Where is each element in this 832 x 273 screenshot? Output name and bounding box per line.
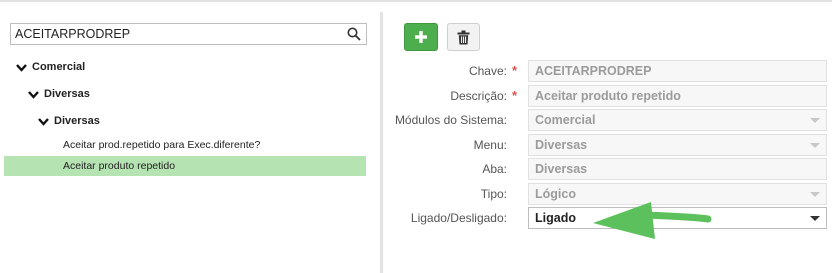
field-label: Módulos do Sistema:: [394, 113, 507, 127]
modulos-select[interactable]: Comercial: [528, 109, 827, 131]
annotation-arrow-icon: [593, 202, 712, 239]
select-value: Diversas: [535, 138, 588, 152]
form-row-chave: Chave: * ACEITARPRODREP: [385, 60, 832, 84]
top-border: [0, 0, 832, 2]
chevron-down-icon[interactable]: [28, 90, 39, 99]
search-field[interactable]: [10, 23, 367, 45]
pane-splitter[interactable]: [380, 12, 383, 273]
tree-leaf-label: Aceitar prod.repetido para Exec.diferent…: [63, 139, 261, 151]
search-icon[interactable]: [347, 27, 361, 41]
required-mark: *: [512, 88, 518, 103]
chevron-down-icon: [810, 143, 820, 148]
tree-leaf-item-selected[interactable]: Aceitar produto repetido: [4, 156, 366, 176]
menu-select[interactable]: Diversas: [528, 134, 827, 156]
tree-node-comercial[interactable]: Comercial: [16, 61, 85, 73]
field-label: Descrição:: [450, 89, 507, 103]
chevron-down-icon[interactable]: [38, 117, 49, 126]
field-label: Chave:: [468, 64, 507, 78]
select-value: Ligado: [535, 211, 576, 225]
form-row-menu: Menu: Diversas: [385, 134, 832, 158]
tree-node-diversas-sub[interactable]: Diversas: [38, 115, 100, 127]
descricao-field[interactable]: Aceitar produto repetido: [528, 85, 827, 107]
field-label: Aba:: [482, 162, 507, 176]
tree-leaf-item[interactable]: Aceitar prod.repetido para Exec.diferent…: [4, 135, 366, 155]
tree-leaf-label: Aceitar produto repetido: [63, 160, 176, 172]
chevron-down-icon: [810, 216, 820, 221]
tree-node-diversas[interactable]: Diversas: [28, 88, 90, 100]
form-row-aba: Aba: Diversas: [385, 158, 832, 182]
required-mark: *: [512, 63, 518, 78]
delete-button[interactable]: [447, 23, 480, 51]
select-value: Lógico: [535, 187, 576, 201]
field-label: Ligado/Desligado:: [410, 211, 507, 225]
chave-field[interactable]: ACEITARPRODREP: [528, 60, 827, 82]
add-button[interactable]: [404, 23, 438, 51]
search-input[interactable]: [15, 26, 335, 42]
field-label: Menu:: [473, 138, 507, 152]
chevron-down-icon: [810, 192, 820, 197]
tree-node-label: Diversas: [54, 115, 100, 127]
plus-icon: [415, 31, 427, 43]
form-row-descricao: Descrição: * Aceitar produto repetido: [385, 85, 832, 109]
chevron-down-icon[interactable]: [16, 63, 27, 72]
form-row-modulos: Módulos do Sistema: Comercial: [385, 109, 832, 133]
field-label: Tipo:: [480, 187, 507, 201]
trash-icon: [457, 30, 470, 44]
tree-node-label: Diversas: [44, 88, 90, 100]
aba-field[interactable]: Diversas: [528, 158, 827, 180]
chevron-down-icon: [810, 118, 820, 123]
select-value: Comercial: [535, 113, 596, 127]
tree-node-label: Comercial: [32, 61, 86, 73]
